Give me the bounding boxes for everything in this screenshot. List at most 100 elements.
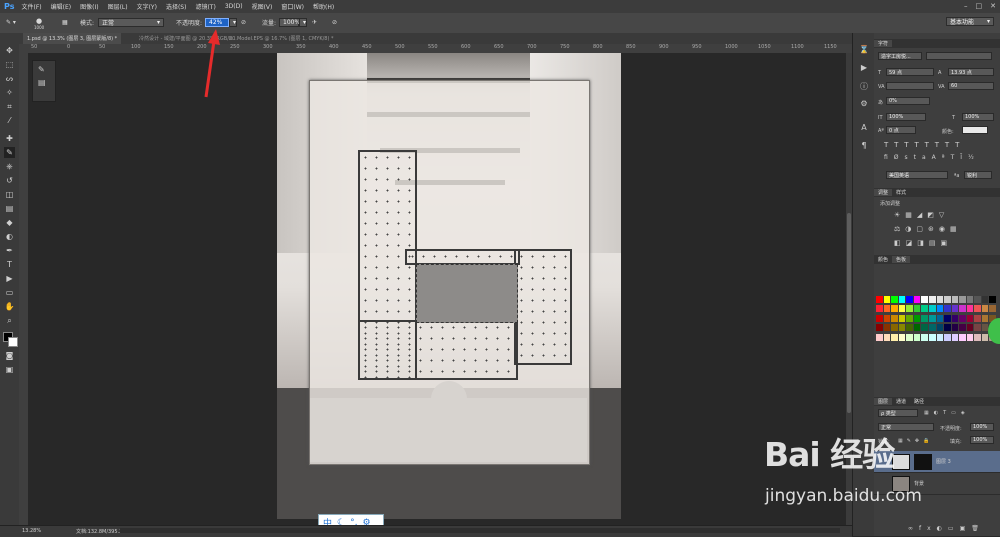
color-swatch[interactable] [981,305,989,313]
color-swatch[interactable] [928,314,936,322]
dodge-tool-icon[interactable]: ◐ [4,231,15,242]
antialias-select[interactable]: 锐利 [964,171,992,179]
color-swatch[interactable] [891,305,898,313]
color-swatch[interactable] [891,314,898,322]
background-color[interactable] [8,337,18,347]
tab-color[interactable]: 颜色 [874,256,892,263]
opentype-buttons[interactable]: ﬁØstaAªTĨ½ [884,154,980,161]
type-tool-icon[interactable]: T [4,259,15,270]
screen-mode-icon[interactable]: ▣ [4,364,15,375]
color-swatch[interactable] [936,305,944,313]
swatch-grid[interactable] [876,296,996,342]
color-swatch[interactable] [883,333,891,341]
tab-adjustments[interactable]: 调整 [874,189,893,196]
color-swatch[interactable] [906,305,913,313]
color-swatch[interactable] [944,324,951,332]
color-swatch[interactable] [898,314,906,322]
color-swatch[interactable] [944,305,951,313]
color-swatch[interactable] [928,333,936,341]
color-swatch[interactable] [981,314,989,322]
color-swatch[interactable] [913,305,921,313]
crop-tool-icon[interactable]: ⌗ [4,101,15,112]
color-swatch[interactable] [921,324,928,332]
color-swatch[interactable] [883,324,891,332]
path-select-icon[interactable]: ▶ [4,273,15,284]
baseline-input[interactable]: 0 点 [886,126,916,134]
color-swatch[interactable] [921,314,928,322]
tab-document-1[interactable]: 1.psd @ 13.3% (图层 3, 图层蒙版/8) * [23,33,122,44]
text-color-swatch[interactable] [962,126,988,134]
color-swatch[interactable] [898,324,906,332]
color-swatch[interactable] [974,296,981,303]
info-icon[interactable]: ⓘ [859,81,869,91]
font-family-select[interactable]: 造字工房悦... [878,52,922,60]
brush-preset-picker[interactable]: ● 1000 [34,17,44,30]
color-swatch[interactable] [966,296,974,303]
color-swatch[interactable] [883,296,891,303]
tab-character[interactable]: 字符 [874,40,893,47]
color-swatch[interactable] [974,324,981,332]
gradient-tool-icon[interactable]: ▤ [4,203,15,214]
color-swatch[interactable] [913,314,921,322]
color-swatch[interactable] [959,296,966,303]
color-swatch[interactable] [951,324,959,332]
menu-window[interactable]: 窗口(W) [281,2,304,11]
tab-document-3[interactable]: 20 Model.EPS @ 16.7% (图层 1, CMYK/8) * [225,33,338,44]
color-swatch[interactable] [959,324,966,332]
layer-bottom-icons[interactable]: ∞fx◐▭▣🗑 [908,525,985,532]
minimize-icon[interactable]: – [964,2,968,10]
color-swatch[interactable] [951,296,959,303]
history-brush-icon[interactable]: ↺ [4,175,15,186]
zoom-tool-icon[interactable]: ⌕ [4,315,15,326]
menu-filter[interactable]: 滤镜(T) [195,2,215,11]
adjustment-icons-row-1[interactable]: ☀▦◢◩▽ [894,211,949,219]
leading-input[interactable]: 13.93 点 [948,68,994,76]
quick-mask-icon[interactable]: ◙ [4,350,15,361]
blur-tool-icon[interactable]: ◆ [4,217,15,228]
menu-select[interactable]: 选择(S) [166,2,187,11]
history-icon[interactable]: ⌛ [859,45,869,55]
menu-edit[interactable]: 编辑(E) [51,2,71,11]
color-swatch[interactable] [928,305,936,313]
history-mini-panel[interactable]: ✎ ▤ [32,60,56,102]
actions-icon[interactable]: ▶ [859,63,869,73]
color-swatch[interactable] [951,314,959,322]
color-swatch[interactable] [891,324,898,332]
flow-input[interactable]: 100% [279,18,300,27]
mode-select[interactable]: 正常 ▾ [98,18,165,27]
color-swatch[interactable] [906,333,913,341]
color-swatch[interactable] [989,296,996,303]
color-swatch[interactable] [974,314,981,322]
menu-image[interactable]: 图像(I) [80,2,98,11]
tab-channels[interactable]: 通道 [892,398,910,405]
shape-tool-icon[interactable]: ▭ [4,287,15,298]
color-swatch[interactable] [876,305,883,313]
font-size-input[interactable]: 59 点 [886,68,934,76]
color-swatch[interactable] [959,333,966,341]
menu-view[interactable]: 视图(V) [252,2,273,11]
menu-layer[interactable]: 图层(L) [108,2,128,11]
color-swatch[interactable] [898,333,906,341]
color-swatch[interactable] [906,314,913,322]
color-swatch[interactable] [989,305,996,313]
brush-panel-icon[interactable]: ▦ [62,17,68,28]
color-swatch[interactable] [891,333,898,341]
tab-swatches[interactable]: 色板 [892,256,911,263]
adjustment-icons-row-2[interactable]: ⚖◑▢⊛◉▦ [894,225,962,233]
opacity-input[interactable]: 42% [205,18,230,27]
color-swatch[interactable] [921,305,928,313]
color-swatch[interactable] [966,314,974,322]
menu-3d[interactable]: 3D(D) [225,3,243,10]
color-swatch[interactable] [959,314,966,322]
menu-file[interactable]: 文件(F) [21,2,41,11]
layer-filter-select[interactable]: ρ 类型 [878,409,918,417]
opacity-dropdown[interactable]: ▾ [229,18,238,27]
eyedropper-tool-icon[interactable]: ⁄ [4,115,15,126]
quick-select-tool-icon[interactable]: ✧ [4,87,15,98]
character-icon[interactable]: A [859,123,869,133]
color-swatch[interactable] [883,314,891,322]
lasso-tool-icon[interactable]: ᔕ [4,73,15,84]
eraser-tool-icon[interactable]: ◫ [4,189,15,200]
color-swatch[interactable] [876,324,883,332]
color-swatch[interactable] [944,333,951,341]
